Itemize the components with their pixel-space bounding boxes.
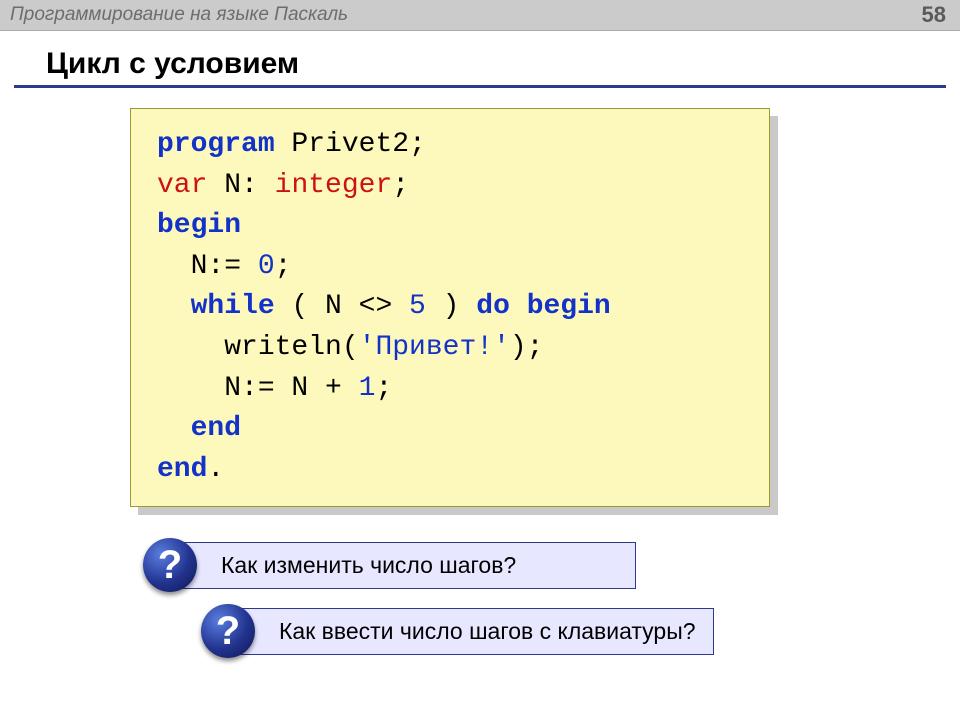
code-text: ): [426, 291, 476, 322]
kw-end: end: [157, 454, 207, 485]
callout-text: Как изменить число шагов?: [221, 552, 516, 578]
question-mark-icon: ?: [201, 604, 255, 658]
code-box: program Privet2; var N: integer; begin N…: [130, 108, 770, 507]
code-text: ;: [275, 251, 292, 282]
num-literal: 1: [359, 373, 376, 404]
kw-begin: begin: [157, 210, 241, 241]
title-rule: [14, 85, 946, 88]
code-text: N:=: [157, 251, 258, 282]
code-text: ;: [375, 373, 392, 404]
kw-while: while: [191, 291, 275, 322]
callout-text: Как ввести число шагов с клавиатуры?: [279, 618, 696, 644]
code-text: Privet2;: [275, 129, 426, 160]
header-bar: Программирование на языке Паскаль 58: [0, 0, 960, 31]
num-literal: 5: [409, 291, 426, 322]
code-text: ( N <>: [275, 291, 409, 322]
str-literal: 'Привет!': [359, 332, 510, 363]
code-text: );: [510, 332, 544, 363]
code-text: N:: [207, 170, 274, 201]
kw-var: var: [157, 170, 207, 201]
code-text: [157, 413, 191, 444]
course-title: Программирование на языке Паскаль: [10, 4, 348, 26]
code-text: [157, 291, 191, 322]
callout-question-1: ? Как изменить число шагов?: [170, 542, 636, 589]
kw-program: program: [157, 129, 275, 160]
question-mark-icon: ?: [143, 538, 197, 592]
kw-do: do: [476, 291, 510, 322]
code-text: ;: [392, 170, 409, 201]
code-block: program Privet2; var N: integer; begin N…: [130, 108, 770, 507]
code-text: .: [207, 454, 224, 485]
code-text: N:= N +: [157, 373, 359, 404]
kw-begin-inner: begin: [527, 291, 611, 322]
callout-question-2: ? Как ввести число шагов с клавиатуры?: [228, 608, 714, 655]
kw-end-inner: end: [191, 413, 241, 444]
kw-integer: integer: [275, 170, 393, 201]
code-text: writeln(: [157, 332, 359, 363]
code-text: [510, 291, 527, 322]
num-literal: 0: [258, 251, 275, 282]
page-number: 58: [922, 2, 946, 28]
slide-title: Цикл с условием: [46, 47, 960, 81]
